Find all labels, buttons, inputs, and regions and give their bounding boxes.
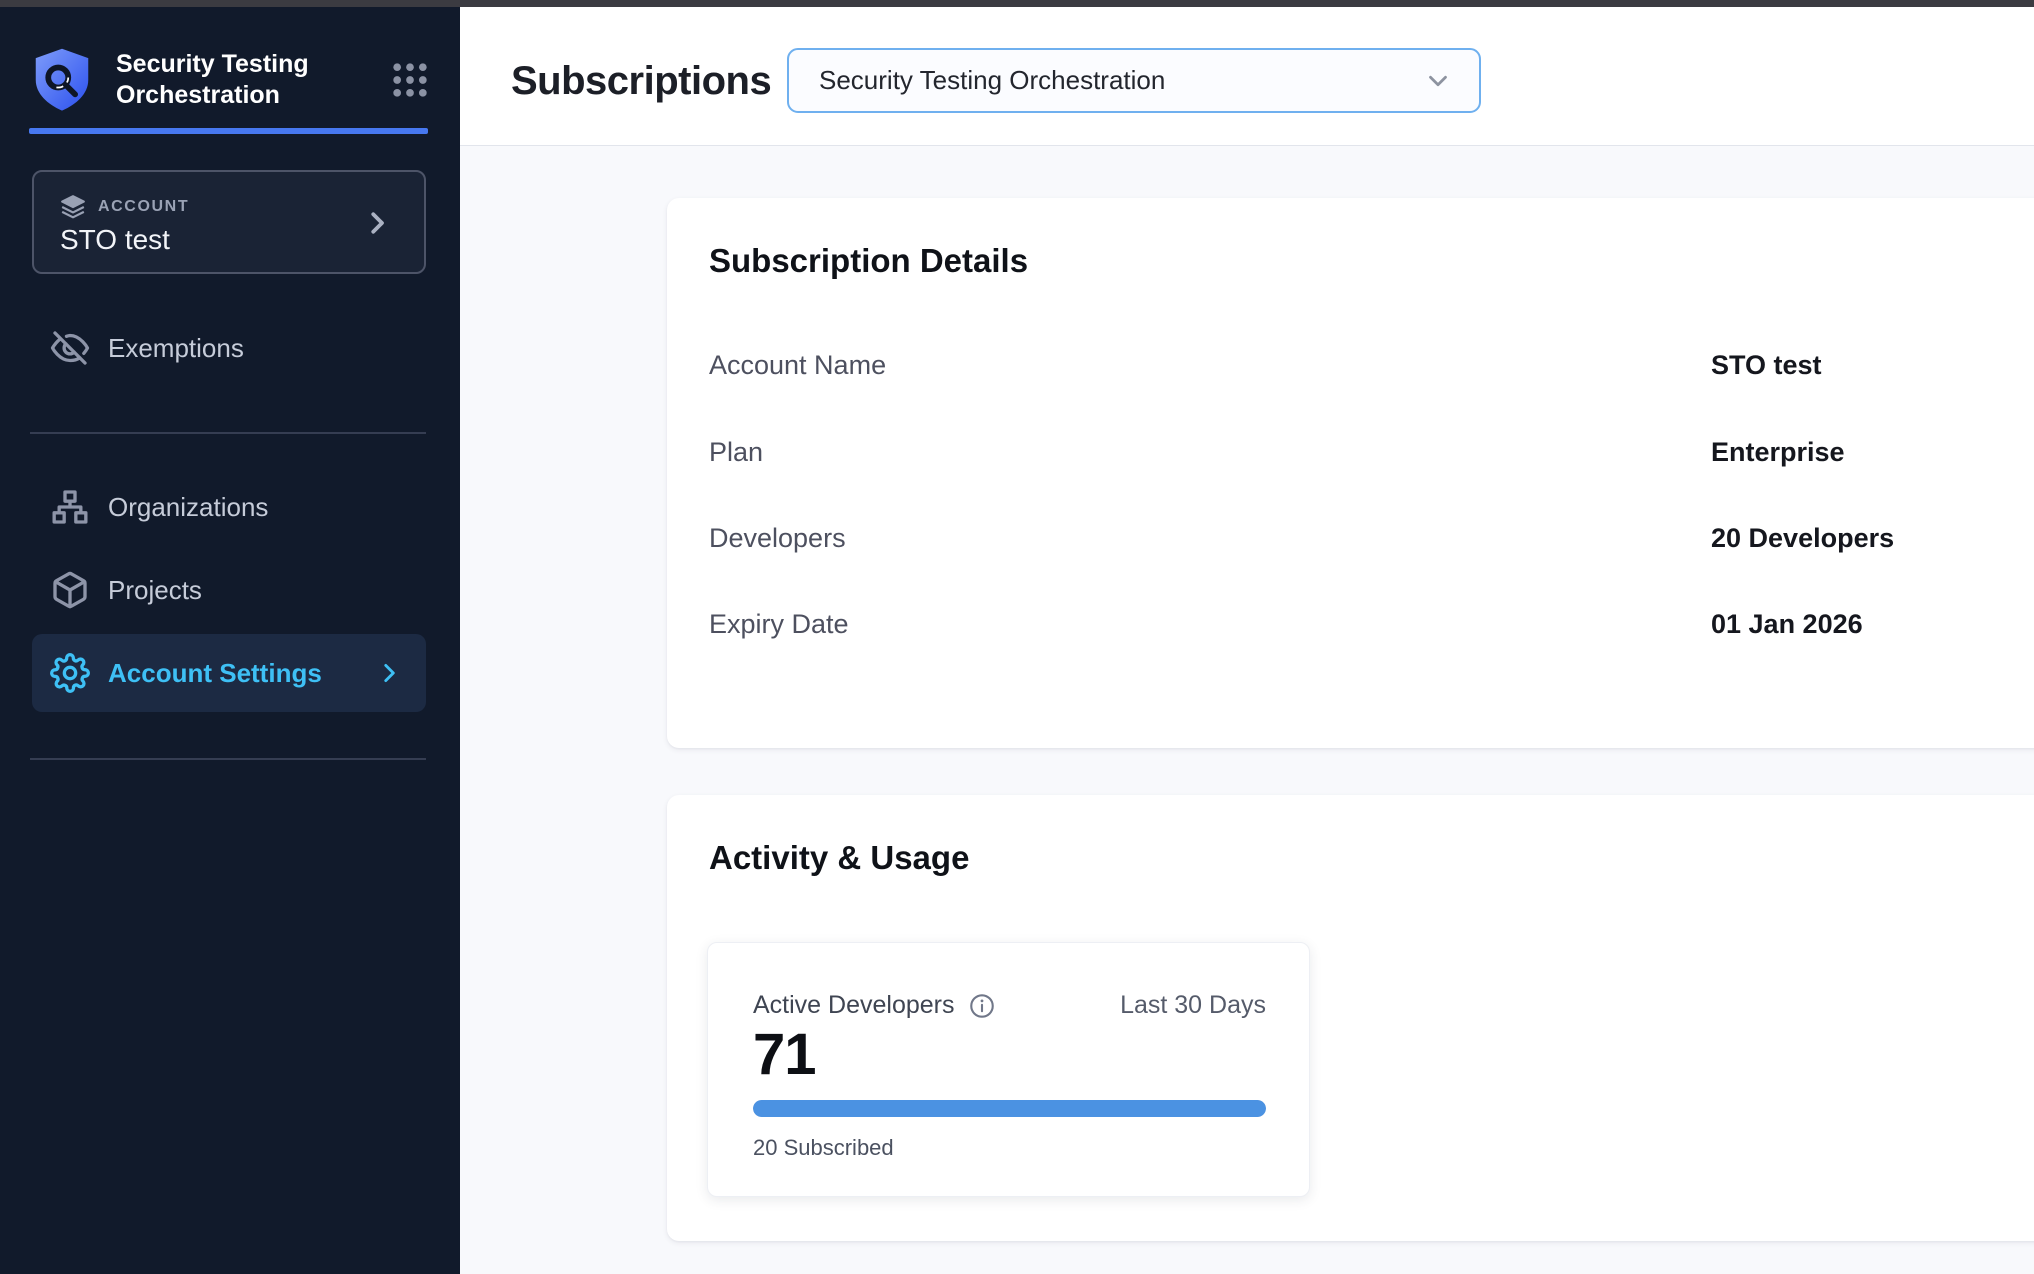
gear-icon — [50, 653, 90, 693]
sidebar-item-label: Account Settings — [108, 658, 322, 689]
activity-usage-card: Activity & Usage Active Developers Last … — [667, 795, 2034, 1241]
active-developers-widget: Active Developers Last 30 Days 71 20 Sub… — [707, 942, 1310, 1197]
module-select-dropdown[interactable]: Security Testing Orchestration — [787, 48, 1481, 113]
detail-row-plan: Plan Enterprise — [709, 437, 2009, 477]
active-developers-label: Active Developers — [753, 991, 954, 1020]
developers-progress-bar — [753, 1100, 1266, 1117]
detail-value: Enterprise — [1711, 437, 1845, 468]
active-developers-count: 71 — [753, 1021, 816, 1088]
sidebar-item-exemptions[interactable]: Exemptions — [32, 317, 426, 379]
subscription-details-title: Subscription Details — [709, 242, 1028, 280]
sidebar-accent-underline — [29, 128, 428, 134]
detail-label: Plan — [709, 437, 763, 468]
sidebar-header: Security Testing Orchestration — [32, 40, 432, 120]
subscribed-count-label: 20 Subscribed — [753, 1135, 894, 1161]
sidebar-divider — [30, 758, 426, 760]
detail-label: Expiry Date — [709, 609, 849, 640]
detail-value: 01 Jan 2026 — [1711, 609, 1863, 640]
chevron-right-icon — [376, 660, 402, 686]
sidebar-item-label: Projects — [108, 575, 202, 606]
app-switcher-grid-icon[interactable] — [388, 58, 432, 102]
sidebar-item-account-settings[interactable]: Account Settings — [32, 634, 426, 712]
layers-icon — [60, 194, 86, 220]
detail-value: STO test — [1711, 350, 1822, 381]
account-scope-label: ACCOUNT — [98, 198, 189, 216]
detail-row-developers: Developers 20 Developers — [709, 523, 2009, 563]
info-icon[interactable] — [968, 992, 996, 1020]
detail-label: Developers — [709, 523, 846, 554]
module-select-value: Security Testing Orchestration — [819, 65, 1165, 96]
developers-progress-fill — [753, 1100, 1266, 1117]
sidebar-divider — [30, 432, 426, 434]
cube-icon — [50, 570, 90, 610]
subscription-details-card: Subscription Details Account Name STO te… — [667, 198, 2034, 748]
sidebar-item-label: Exemptions — [108, 333, 244, 364]
sidebar-app-title: Security Testing Orchestration — [116, 49, 341, 112]
page-title: Subscriptions — [511, 59, 771, 104]
sidebar-item-organizations[interactable]: Organizations — [32, 476, 426, 538]
sidebar: Security Testing Orchestration ACCOUNT S… — [0, 7, 460, 1274]
sto-shield-logo-icon — [32, 47, 92, 113]
detail-row-expiry-date: Expiry Date 01 Jan 2026 — [709, 609, 2009, 649]
detail-value: 20 Developers — [1711, 523, 1894, 554]
page-header: Subscriptions Security Testing Orchestra… — [460, 7, 2034, 146]
chevron-right-icon — [362, 208, 392, 238]
sidebar-item-projects[interactable]: Projects — [32, 559, 426, 621]
chevron-down-icon — [1423, 66, 1453, 96]
detail-label: Account Name — [709, 350, 886, 381]
main-content: Subscription Details Account Name STO te… — [460, 146, 2034, 1274]
detail-row-account-name: Account Name STO test — [709, 350, 2009, 390]
org-chart-icon — [50, 487, 90, 527]
period-label: Last 30 Days — [1120, 991, 1266, 1020]
window-top-strip — [0, 0, 2034, 7]
sidebar-item-label: Organizations — [108, 492, 268, 523]
activity-usage-title: Activity & Usage — [709, 839, 969, 877]
eye-off-icon — [50, 328, 90, 368]
account-name: STO test — [60, 224, 170, 256]
account-scope-selector[interactable]: ACCOUNT STO test — [32, 170, 426, 274]
